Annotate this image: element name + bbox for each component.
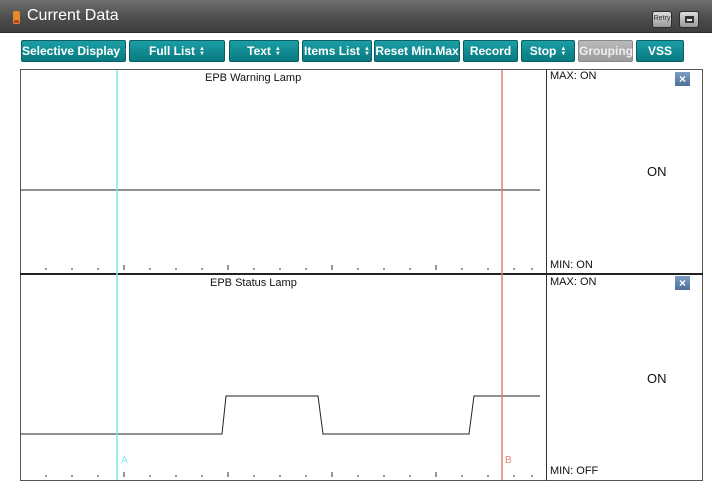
- graph-2-title: EPB Status Lamp: [210, 277, 297, 289]
- graph-2-current-value: ON: [647, 371, 667, 386]
- epb-status-lamp-trace: [21, 395, 540, 435]
- graph-2-min-label: MIN: OFF: [550, 465, 599, 477]
- graph-1-title: EPB Warning Lamp: [205, 72, 302, 84]
- time-ticks-graph-2: [45, 472, 533, 477]
- graph-1-max-label: MAX: ON: [550, 70, 597, 82]
- graph-canvas: [21, 70, 540, 480]
- cursor-a-label: A: [121, 455, 128, 466]
- close-icon: ×: [678, 72, 686, 86]
- graph-2-max-label: MAX: ON: [550, 276, 597, 288]
- cursor-b-label: B: [505, 455, 512, 466]
- time-ticks-graph-1: [45, 265, 533, 270]
- graph-1-current-value: ON: [647, 164, 667, 179]
- graph-1-min-label: MIN: ON: [550, 259, 593, 271]
- close-icon: ×: [678, 276, 686, 290]
- graph-2-close-button[interactable]: ×: [675, 276, 690, 290]
- graph-1-close-button[interactable]: ×: [675, 72, 690, 86]
